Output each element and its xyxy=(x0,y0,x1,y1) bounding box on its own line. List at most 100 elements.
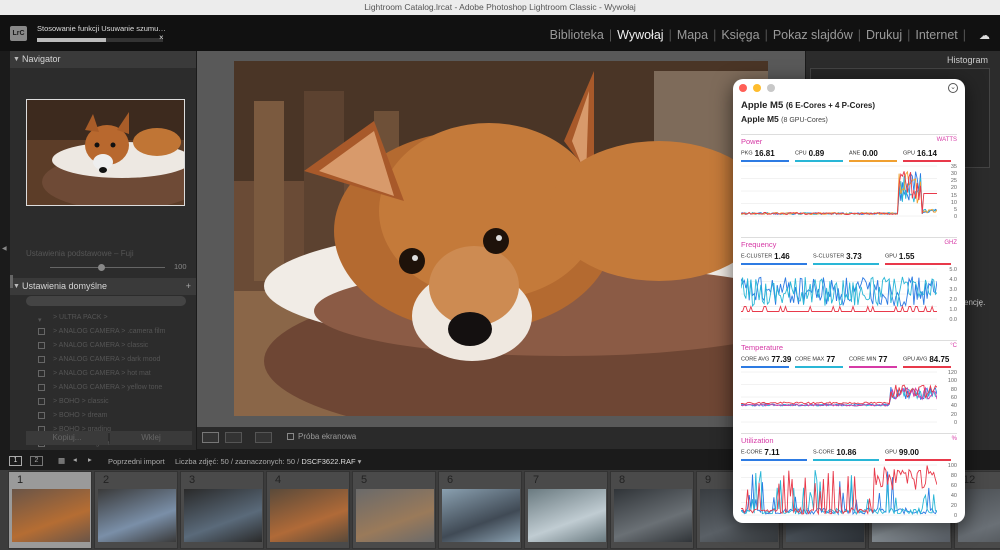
module-wywołaj[interactable]: Wywołaj xyxy=(617,28,663,42)
forward-arrow-icon[interactable]: ▸ xyxy=(88,455,92,464)
metric: S-CORE 10.86 xyxy=(813,447,879,461)
gpu-label: Apple M5 xyxy=(741,114,779,124)
y-tick-label: 100 xyxy=(947,378,957,385)
metric: ANE 0.00 xyxy=(849,148,897,162)
preset-item[interactable]: > BOHO > dream xyxy=(38,409,196,423)
close-window-icon[interactable] xyxy=(739,84,747,92)
y-tick-label: 35 xyxy=(950,164,957,170)
y-tick-label: 1.0 xyxy=(949,307,957,313)
filmstrip-thumbnail[interactable] xyxy=(98,489,176,542)
amount-slider-track[interactable] xyxy=(50,267,165,268)
copy-button[interactable]: Kopiuj... xyxy=(26,431,108,445)
y-tick-label: 40 xyxy=(950,493,957,499)
preset-label: > ANALOG CAMERA > hot mat xyxy=(53,370,151,377)
gpu-name: Apple M5 (8 GPU-Cores) xyxy=(741,114,828,124)
paste-button[interactable]: Wklej xyxy=(110,431,192,445)
grid-icon[interactable]: ▦ xyxy=(58,456,65,465)
navigator-header[interactable]: ▼ Navigator xyxy=(10,51,196,68)
module-separator: | xyxy=(608,28,613,42)
filmstrip-filename[interactable]: DSCF3622.RAF xyxy=(301,457,355,466)
collapse-triangle-icon[interactable]: ▼ xyxy=(13,278,20,295)
preset-search-field[interactable] xyxy=(26,296,186,306)
zoom-window-icon[interactable] xyxy=(767,84,775,92)
system-monitor-window: ⌄ Apple M5 (6 E-Cores + 4 P-Cores) Apple… xyxy=(733,79,965,523)
presets-header[interactable]: ▼ Ustawienia domyślne + xyxy=(10,278,196,295)
filmstrip-thumbnail[interactable] xyxy=(614,489,692,542)
cloud-icon[interactable]: ☁ xyxy=(979,29,990,42)
loupe-view-button[interactable] xyxy=(202,432,219,443)
y-tick-label: 20 xyxy=(950,503,957,509)
preset-item[interactable]: > ANALOG CAMERA > yellow tone xyxy=(38,381,196,395)
compare-view-button[interactable] xyxy=(225,432,242,443)
filmstrip-cell[interactable]: 8 xyxy=(610,471,694,549)
metric-color-bar xyxy=(741,263,807,265)
collapse-triangle-icon[interactable]: ▼ xyxy=(13,51,20,68)
y-tick-label: 80 xyxy=(950,473,957,479)
section-header: Frequency GHZ xyxy=(741,237,957,249)
filmstrip-cell[interactable]: 2 xyxy=(94,471,178,549)
basic-settings-label: Ustawienia podstawowe – Fuji xyxy=(26,249,134,258)
photo-canvas[interactable] xyxy=(197,51,805,427)
module-księga[interactable]: Księga xyxy=(721,28,759,42)
navigator-dog-image xyxy=(27,100,184,205)
filmstrip-cell[interactable]: 5 xyxy=(352,471,436,549)
metric: GPU 99.00 xyxy=(885,447,951,461)
module-biblioteka[interactable]: Biblioteka xyxy=(550,28,604,42)
preset-item[interactable]: > ANALOG CAMERA > dark mood xyxy=(38,353,196,367)
y-tick-label: 60 xyxy=(950,395,957,401)
section-unit: °C xyxy=(950,343,957,349)
info-icon[interactable]: ⌄ xyxy=(948,83,958,93)
metric-value: 84.75 xyxy=(929,355,950,365)
module-pokaz-slajdów[interactable]: Pokaz slajdów xyxy=(773,28,853,42)
navigator-preview[interactable] xyxy=(26,99,185,206)
preset-item[interactable]: > BOHO > classic xyxy=(38,395,196,409)
back-arrow-icon[interactable]: ◂ xyxy=(73,455,77,464)
temperature-chart: 120 100 80 60 40 20 0 xyxy=(741,370,957,426)
module-internet[interactable]: Internet xyxy=(915,28,957,42)
left-panel-scrollbar[interactable] xyxy=(10,275,13,288)
preset-label: > ANALOG CAMERA > .camera film xyxy=(53,328,166,335)
metric: E-CORE 7.11 xyxy=(741,447,807,461)
series-line xyxy=(741,171,937,216)
filmstrip-thumbnail[interactable] xyxy=(528,489,606,542)
filmstrip-thumbnail[interactable] xyxy=(184,489,262,542)
module-separator: | xyxy=(962,28,966,42)
filmstrip-cell[interactable]: 4 xyxy=(266,471,350,549)
monitor-2-button[interactable]: 2 xyxy=(30,456,43,466)
before-after-button[interactable] xyxy=(255,432,272,443)
left-panel-toggle-icon[interactable]: ◀ xyxy=(2,245,7,252)
minimize-window-icon[interactable] xyxy=(753,84,761,92)
module-mapa[interactable]: Mapa xyxy=(677,28,708,42)
main-photo[interactable] xyxy=(234,61,768,416)
monitor-1-button[interactable]: 1 xyxy=(9,456,22,466)
section-title: Utilization xyxy=(741,436,774,445)
filmstrip-source[interactable]: Poprzedni import xyxy=(108,457,165,466)
filmstrip-thumbnail[interactable] xyxy=(442,489,520,542)
section-temperature: Temperature °C CORE AVG 77.39 CORE MAX 77 CORE… xyxy=(741,340,957,426)
cpu-core-count: (6 E-Cores + 4 P-Cores) xyxy=(785,101,876,110)
module-separator: | xyxy=(713,28,717,42)
metric-label: GPU xyxy=(885,449,897,456)
filmstrip-cell[interactable]: 6 xyxy=(438,471,522,549)
amount-slider-knob[interactable] xyxy=(98,264,105,271)
filmstrip-thumbnail[interactable] xyxy=(12,489,90,542)
filmstrip-cell[interactable]: 1 xyxy=(8,471,92,549)
soft-proof-toggle[interactable]: Próba ekranowa xyxy=(287,432,356,441)
preset-item[interactable]: ▾ > ULTRA PACK > xyxy=(38,311,196,325)
filmstrip-cell-number: 4 xyxy=(275,474,282,486)
module-drukuj[interactable]: Drukuj xyxy=(866,28,902,42)
metric-label: ANE xyxy=(849,150,861,157)
filmstrip-thumbnail[interactable] xyxy=(356,489,434,542)
preset-item[interactable]: > ANALOG CAMERA > .camera film xyxy=(38,325,196,339)
preset-item[interactable]: > ANALOG CAMERA > hot mat xyxy=(38,367,196,381)
filmstrip-cell[interactable]: 3 xyxy=(180,471,264,549)
soft-proof-checkbox[interactable] xyxy=(287,433,294,441)
dog-photo-image xyxy=(234,61,768,416)
filmstrip-cell[interactable]: 7 xyxy=(524,471,608,549)
frequency-plot xyxy=(741,268,937,320)
add-preset-icon[interactable]: + xyxy=(186,278,191,295)
preset-item[interactable]: > ANALOG CAMERA > classic xyxy=(38,339,196,353)
top-bar: LrC Stosowanie funkcji Usuwanie szumu… ×… xyxy=(0,15,1000,51)
filmstrip-thumbnail[interactable] xyxy=(270,489,348,542)
progress-close-icon[interactable]: × xyxy=(159,33,164,42)
